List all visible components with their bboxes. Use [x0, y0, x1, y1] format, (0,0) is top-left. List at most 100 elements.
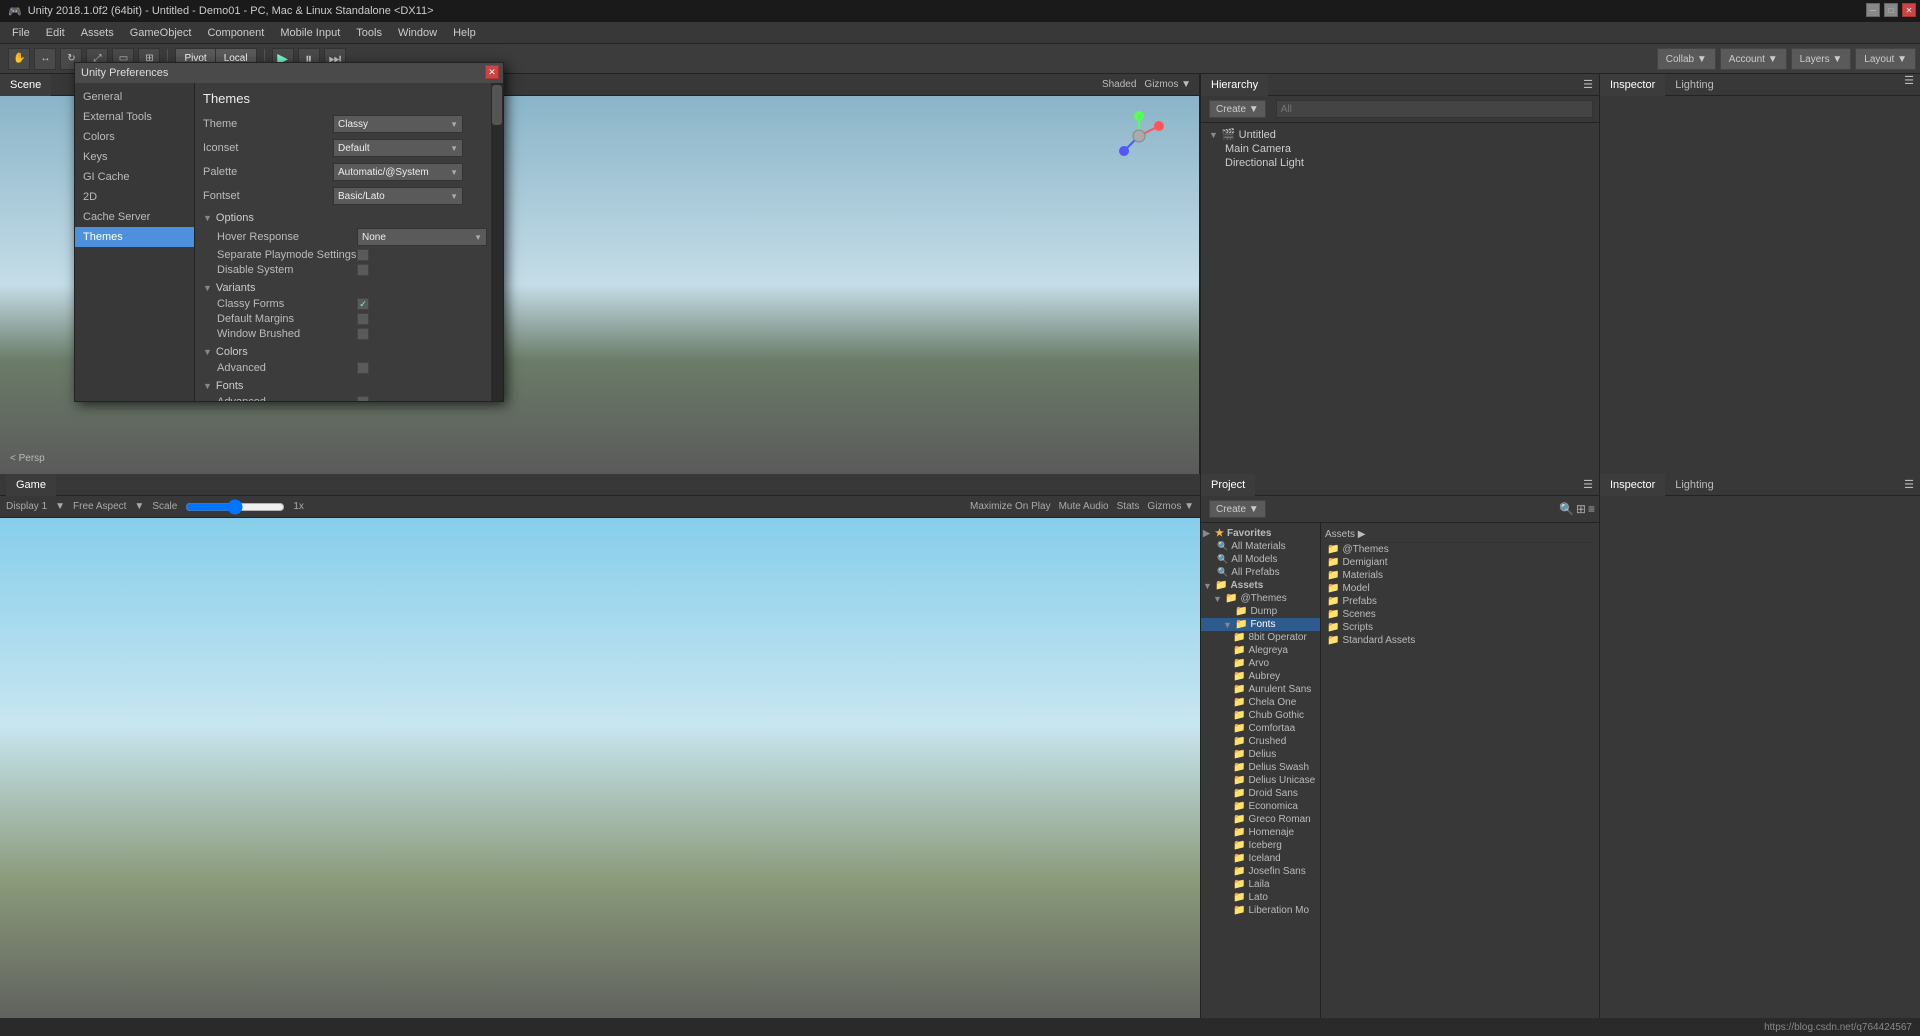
game-gizmos-button[interactable]: Gizmos ▼	[1147, 501, 1194, 512]
move-tool-button[interactable]: ↔	[34, 48, 56, 70]
font-alegreya[interactable]: 📁 Alegreya	[1201, 644, 1320, 657]
collab-button[interactable]: Collab ▼	[1657, 48, 1716, 70]
scale-slider[interactable]	[185, 499, 285, 515]
pref-item-external-tools[interactable]: External Tools	[75, 107, 194, 127]
maximize-button[interactable]: □	[1884, 3, 1898, 17]
disable-system-checkbox[interactable]	[357, 264, 369, 276]
options-section-header[interactable]: ▼ Options	[203, 212, 495, 224]
project-menu-icon[interactable]: ☰	[1577, 478, 1599, 491]
font-greco[interactable]: 📁 Greco Roman	[1201, 813, 1320, 826]
tab-inspector-right[interactable]: Inspector	[1600, 474, 1665, 496]
assets-themes-dump[interactable]: 📁 Dump	[1201, 605, 1320, 618]
favorites-header[interactable]: ▶ ★ Favorites	[1201, 527, 1320, 540]
assets-header[interactable]: ▼ 📁 Assets	[1201, 579, 1320, 592]
menu-assets[interactable]: Assets	[73, 25, 122, 41]
account-button[interactable]: Account ▼	[1720, 48, 1787, 70]
fav-all-models[interactable]: 🔍 All Models	[1201, 553, 1320, 566]
asset-col-demigiant[interactable]: 📁 Demigiant	[1325, 556, 1595, 569]
classy-forms-checkbox[interactable]	[357, 298, 369, 310]
font-homenaje[interactable]: 📁 Homenaje	[1201, 826, 1320, 839]
assets-menu-icon[interactable]: ☰	[1898, 478, 1920, 491]
pref-item-keys[interactable]: Keys	[75, 147, 194, 167]
menu-window[interactable]: Window	[390, 25, 445, 41]
asset-col-standard[interactable]: 📁 Standard Assets	[1325, 634, 1595, 647]
theme-dropdown[interactable]: Classy ▼	[333, 115, 463, 133]
pref-item-cache-server[interactable]: Cache Server	[75, 207, 194, 227]
fontset-dropdown[interactable]: Basic/Lato ▼	[333, 187, 463, 205]
font-josefin[interactable]: 📁 Josefin Sans	[1201, 865, 1320, 878]
pref-item-colors[interactable]: Colors	[75, 127, 194, 147]
preferences-close-button[interactable]: ✕	[485, 65, 499, 79]
hierarchy-item-directional-light[interactable]: Directional Light	[1205, 156, 1595, 170]
project-create-button[interactable]: Create ▼	[1209, 500, 1266, 518]
scene-gizmos-button[interactable]: Gizmos ▼	[1144, 79, 1191, 90]
tab-inspector[interactable]: Inspector	[1600, 74, 1665, 96]
menu-tools[interactable]: Tools	[348, 25, 390, 41]
project-icon2[interactable]: ⊞	[1576, 502, 1586, 516]
font-chub[interactable]: 📁 Chub Gothic	[1201, 709, 1320, 722]
hand-tool-button[interactable]: ✋	[8, 48, 30, 70]
font-aurulent[interactable]: 📁 Aurulent Sans	[1201, 683, 1320, 696]
mute-audio-button[interactable]: Mute Audio	[1059, 501, 1109, 512]
asset-col-model[interactable]: 📁 Model	[1325, 582, 1595, 595]
asset-col-materials[interactable]: 📁 Materials	[1325, 569, 1595, 582]
tab-hierarchy[interactable]: Hierarchy	[1201, 74, 1268, 96]
palette-dropdown[interactable]: Automatic/@System ▼	[333, 163, 463, 181]
asset-col-themes[interactable]: 📁 @Themes	[1325, 543, 1595, 556]
colors-advanced-checkbox[interactable]	[357, 362, 369, 374]
project-icon3[interactable]: ≡	[1588, 502, 1595, 516]
project-icon1[interactable]: 🔍	[1559, 502, 1574, 516]
menu-component[interactable]: Component	[199, 25, 272, 41]
default-margins-checkbox[interactable]	[357, 313, 369, 325]
fav-all-prefabs[interactable]: 🔍 All Prefabs	[1201, 566, 1320, 579]
assets-themes-fonts[interactable]: ▼ 📁 Fonts	[1201, 618, 1320, 631]
hierarchy-item-untitled[interactable]: ▼ 🎬 Untitled	[1205, 127, 1595, 142]
font-delius-unicase[interactable]: 📁 Delius Unicase	[1201, 774, 1320, 787]
fonts-advanced-checkbox[interactable]	[357, 396, 369, 401]
window-brushed-checkbox[interactable]	[357, 328, 369, 340]
font-crushed[interactable]: 📁 Crushed	[1201, 735, 1320, 748]
tab-project[interactable]: Project	[1201, 474, 1255, 496]
font-delius[interactable]: 📁 Delius	[1201, 748, 1320, 761]
preferences-scrollbar[interactable]	[491, 83, 503, 401]
display-label[interactable]: Display 1	[6, 501, 47, 512]
hierarchy-search[interactable]	[1276, 100, 1593, 118]
stats-button[interactable]: Stats	[1117, 501, 1140, 512]
tab-game[interactable]: Game	[6, 474, 56, 496]
pref-item-general[interactable]: General	[75, 87, 194, 107]
minimize-button[interactable]: ─	[1866, 3, 1880, 17]
font-delius-swash[interactable]: 📁 Delius Swash	[1201, 761, 1320, 774]
asset-col-scenes[interactable]: 📁 Scenes	[1325, 608, 1595, 621]
fonts-section-header[interactable]: ▼ Fonts	[203, 380, 495, 392]
font-aubrey[interactable]: 📁 Aubrey	[1201, 670, 1320, 683]
fav-all-materials[interactable]: 🔍 All Materials	[1201, 540, 1320, 553]
menu-mobile-input[interactable]: Mobile Input	[272, 25, 348, 41]
pref-item-gi-cache[interactable]: GI Cache	[75, 167, 194, 187]
font-economica[interactable]: 📁 Economica	[1201, 800, 1320, 813]
layers-button[interactable]: Layers ▼	[1791, 48, 1852, 70]
pref-item-2d[interactable]: 2D	[75, 187, 194, 207]
pref-item-themes[interactable]: Themes	[75, 227, 194, 247]
menu-help[interactable]: Help	[445, 25, 484, 41]
font-droid[interactable]: 📁 Droid Sans	[1201, 787, 1320, 800]
hover-response-dropdown[interactable]: None ▼	[357, 228, 487, 246]
menu-edit[interactable]: Edit	[38, 25, 73, 41]
hierarchy-create-button[interactable]: Create ▼	[1209, 100, 1266, 118]
close-button[interactable]: ✕	[1902, 3, 1916, 17]
preferences-scroll-thumb[interactable]	[492, 85, 502, 125]
layout-button[interactable]: Layout ▼	[1855, 48, 1916, 70]
tab-lighting-right[interactable]: Lighting	[1665, 474, 1724, 496]
font-iceland[interactable]: 📁 Iceland	[1201, 852, 1320, 865]
menu-file[interactable]: File	[4, 25, 38, 41]
assets-themes[interactable]: ▼ 📁 @Themes	[1201, 592, 1320, 605]
asset-col-prefabs[interactable]: 📁 Prefabs	[1325, 595, 1595, 608]
separate-playmode-checkbox[interactable]	[357, 249, 369, 261]
font-8bit[interactable]: 📁 8bit Operator	[1201, 631, 1320, 644]
asset-col-scripts[interactable]: 📁 Scripts	[1325, 621, 1595, 634]
iconset-dropdown[interactable]: Default ▼	[333, 139, 463, 157]
menu-gameobject[interactable]: GameObject	[122, 25, 200, 41]
variants-section-header[interactable]: ▼ Variants	[203, 282, 495, 294]
maximize-on-play-button[interactable]: Maximize On Play	[970, 501, 1051, 512]
hierarchy-menu-icon[interactable]: ☰	[1577, 78, 1599, 91]
tab-lighting[interactable]: Lighting	[1665, 74, 1724, 96]
